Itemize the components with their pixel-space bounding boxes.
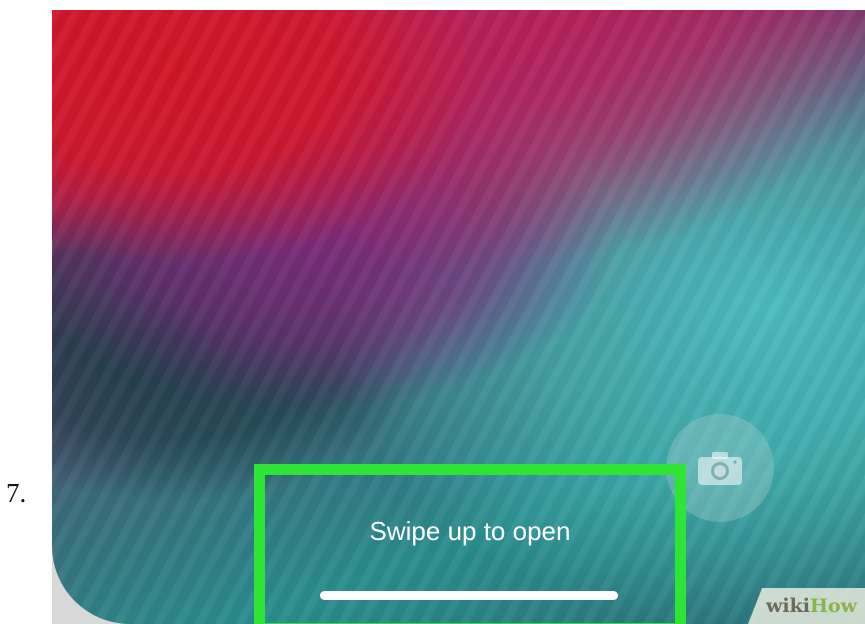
swipe-up-label: Swipe up to open [369,516,571,546]
wikihow-watermark: wiki How [748,588,865,624]
home-indicator-bar[interactable] [320,591,618,600]
tutorial-image: Swipe up to open wiki How [52,10,865,624]
highlight-box: Swipe up to open [254,464,686,624]
lock-screen: Swipe up to open [52,10,865,624]
camera-icon [698,452,742,485]
step-number: 7. [6,478,27,508]
watermark-how: How [810,595,857,617]
watermark-wiki: wiki [766,595,811,617]
